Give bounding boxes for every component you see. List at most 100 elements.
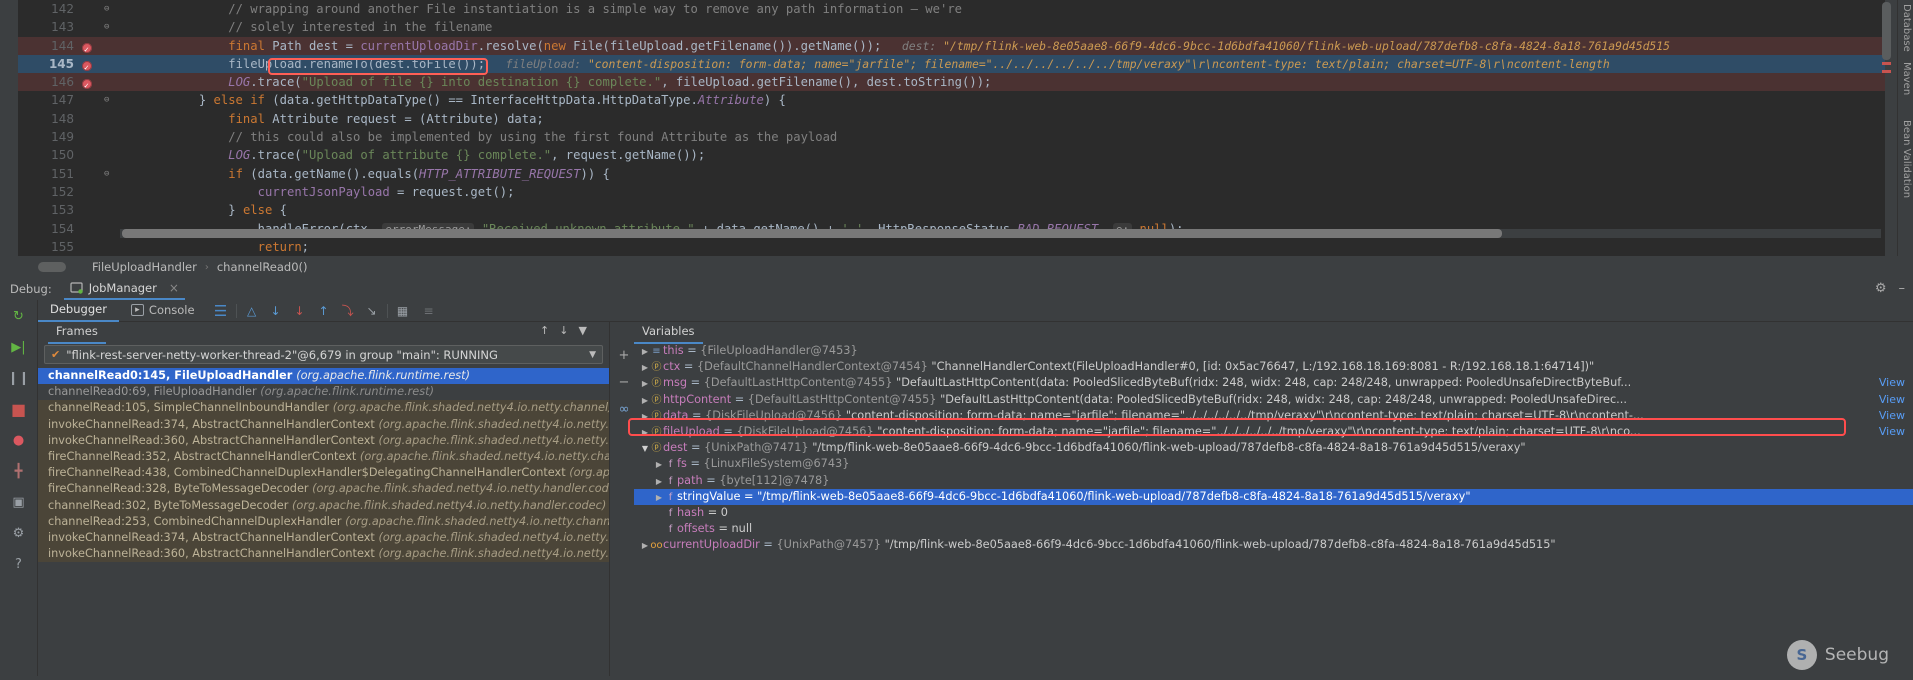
- step-into-icon[interactable]: ↓: [292, 303, 308, 319]
- frame-row[interactable]: channelRead:302, ByteToMessageDecoder (o…: [38, 498, 609, 514]
- close-icon[interactable]: ×: [169, 281, 179, 295]
- variable-row[interactable]: ▶ⓟfileUpload = {DiskFileUpload@7456} "co…: [634, 424, 1913, 440]
- frames-list[interactable]: channelRead0:145, FileUploadHandler (org…: [38, 368, 609, 680]
- breadcrumb-class[interactable]: FileUploadHandler: [92, 260, 197, 274]
- variable-row[interactable]: ▶fstringValue = "/tmp/flink-web-8e05aae8…: [634, 489, 1913, 505]
- layout-settings-icon[interactable]: ☰: [213, 303, 229, 319]
- session-tab-jobmanager[interactable]: JobManager ×: [64, 279, 185, 300]
- thread-selector[interactable]: ✔ "flink-rest-server-netty-worker-thread…: [44, 345, 603, 364]
- tool-button-database[interactable]: Database: [1901, 4, 1912, 52]
- frame-row[interactable]: fireChannelRead:352, AbstractChannelHand…: [38, 449, 609, 465]
- code-line[interactable]: 148final Attribute request = (Attribute)…: [18, 110, 1885, 128]
- frame-row[interactable]: channelRead0:145, FileUploadHandler (org…: [38, 368, 609, 384]
- frame-row[interactable]: invokeChannelRead:360, AbstractChannelHa…: [38, 546, 609, 562]
- frame-row[interactable]: channelRead:105, SimpleChannelInboundHan…: [38, 400, 609, 416]
- view-link[interactable]: View: [1879, 424, 1905, 440]
- variable-row[interactable]: ▶ⓟmsg = {DefaultLastHttpContent@7455} "D…: [634, 375, 1913, 391]
- minimize-icon[interactable]: –: [1899, 281, 1906, 296]
- code-editor[interactable]: 142⊖// wrapping around another File inst…: [0, 0, 1913, 256]
- breakpoint-icon[interactable]: ✓: [82, 58, 93, 69]
- mute-breakpoints-icon[interactable]: ╋: [9, 461, 29, 481]
- variable-row[interactable]: foffsets = null: [634, 521, 1913, 537]
- debug-run-toolbar[interactable]: ↻ ▶| ❙❙ ■ ● ╋ ▣ ⚙ ?: [0, 300, 38, 680]
- down-arrow-icon[interactable]: ↓: [559, 324, 568, 337]
- fold-marker-icon[interactable]: ⊖: [104, 96, 113, 105]
- frame-row[interactable]: invokeChannelRead:374, AbstractChannelHa…: [38, 530, 609, 546]
- frame-row[interactable]: fireChannelRead:328, ByteToMessageDecode…: [38, 481, 609, 497]
- tab-frames[interactable]: Frames: [48, 322, 106, 344]
- step-out-icon[interactable]: ⤵: [340, 303, 356, 319]
- debugger-tabs-bar[interactable]: Debugger ▸ Console ☰ △ ↓ ↓ ↑ ⤵ ↘ ▦ ≡: [38, 300, 1913, 322]
- variable-row[interactable]: ▶ⓟctx = {DefaultChannelHandlerContext@74…: [634, 359, 1913, 375]
- step-over-icon[interactable]: ↓: [268, 303, 284, 319]
- chevron-right-icon[interactable]: ▶: [640, 538, 650, 553]
- tab-console[interactable]: ▸ Console: [119, 301, 207, 321]
- tab-variables[interactable]: Variables: [634, 322, 703, 344]
- variable-row[interactable]: ▶ffs = {LinuxFileSystem@6743}: [634, 456, 1913, 472]
- code-line[interactable]: 153} else {: [18, 201, 1885, 219]
- chevron-right-icon[interactable]: ▶: [640, 409, 650, 424]
- tab-debugger[interactable]: Debugger: [38, 300, 119, 322]
- evaluate-expression-icon[interactable]: ▦: [395, 303, 411, 319]
- show-execution-point-icon[interactable]: △: [244, 303, 260, 319]
- variable-row[interactable]: ▶fpath = {byte[112]@7478}: [634, 473, 1913, 489]
- fold-marker-icon[interactable]: ⊖: [104, 23, 113, 32]
- editor-hscrollbar-thumb[interactable]: [122, 229, 1502, 238]
- code-line[interactable]: 155return;: [18, 238, 1885, 256]
- frame-row[interactable]: channelRead0:69, FileUploadHandler (org.…: [38, 384, 609, 400]
- remove-watch-icon[interactable]: −: [619, 375, 630, 390]
- chevron-right-icon[interactable]: ▶: [640, 360, 650, 375]
- resume-icon[interactable]: ▶|: [9, 337, 29, 357]
- breakpoint-icon[interactable]: ✓: [82, 76, 93, 87]
- view-link[interactable]: View: [1879, 408, 1905, 424]
- editor-vscrollbar-thumb[interactable]: [1882, 2, 1891, 60]
- settings-icon[interactable]: ⚙: [9, 523, 29, 543]
- chevron-right-icon[interactable]: ▶: [640, 425, 650, 440]
- variable-row[interactable]: ▶ⓟhttpContent = {DefaultLastHttpContent@…: [634, 392, 1913, 408]
- editor-error-marker[interactable]: [1882, 70, 1891, 73]
- variable-row[interactable]: ▶oocurrentUploadDir = {UnixPath@7457} "/…: [634, 537, 1913, 553]
- chevron-right-icon[interactable]: ▶: [654, 474, 664, 489]
- chevron-right-icon[interactable]: ▶: [640, 344, 650, 359]
- stop-icon[interactable]: ■: [9, 399, 29, 419]
- settings-list-icon[interactable]: ≡: [421, 303, 437, 319]
- force-step-into-icon[interactable]: ↑: [316, 303, 332, 319]
- chevron-right-icon[interactable]: ▶: [640, 393, 650, 408]
- right-tool-strip[interactable]: Database Maven Bean Validation: [1897, 0, 1913, 256]
- rerun-icon[interactable]: ↻: [9, 306, 29, 326]
- code-line[interactable]: 152currentJsonPayload = request.get();: [18, 183, 1885, 201]
- view-link[interactable]: View: [1879, 392, 1905, 408]
- camera-icon[interactable]: ▣: [9, 492, 29, 512]
- fold-marker-icon[interactable]: ⊖: [104, 170, 113, 179]
- code-line[interactable]: 144✓final Path dest = currentUploadDir.r…: [18, 37, 1885, 55]
- frame-row[interactable]: channelRead:253, CombinedChannelDuplexHa…: [38, 514, 609, 530]
- code-line[interactable]: 150LOG.trace("Upload of attribute {} com…: [18, 146, 1885, 164]
- code-line[interactable]: 147⊖} else if (data.getHttpDataType() ==…: [18, 91, 1885, 109]
- frame-row[interactable]: invokeChannelRead:374, AbstractChannelHa…: [38, 417, 609, 433]
- view-breakpoints-icon[interactable]: ●: [9, 430, 29, 450]
- code-lines-container[interactable]: 142⊖// wrapping around another File inst…: [18, 0, 1885, 256]
- help-icon[interactable]: ?: [9, 554, 29, 574]
- add-watch-icon[interactable]: +: [619, 348, 630, 363]
- filter-icon[interactable]: ▼: [578, 324, 586, 337]
- breakpoint-link-icon[interactable]: ∞: [619, 402, 630, 417]
- breadcrumb-method[interactable]: channelRead0(): [217, 260, 308, 274]
- code-line[interactable]: 151⊖if (data.getName().equals(HTTP_ATTRI…: [18, 165, 1885, 183]
- variable-row[interactable]: fhash = 0: [634, 505, 1913, 521]
- chevron-down-icon[interactable]: ▼: [640, 441, 650, 456]
- breakpoint-icon[interactable]: ✓: [82, 40, 93, 51]
- chevron-right-icon[interactable]: ▶: [654, 490, 664, 505]
- code-line[interactable]: 142⊖// wrapping around another File inst…: [18, 0, 1885, 18]
- tool-button-maven[interactable]: Maven: [1901, 62, 1912, 95]
- up-arrow-icon[interactable]: ↑: [540, 324, 549, 337]
- frame-row[interactable]: fireChannelRead:438, CombinedChannelDupl…: [38, 465, 609, 481]
- code-line[interactable]: 149// this could also be implemented by …: [18, 128, 1885, 146]
- fold-marker-icon[interactable]: ⊖: [104, 5, 113, 14]
- chevron-right-icon[interactable]: ▶: [640, 376, 650, 391]
- chevron-right-icon[interactable]: ▶: [654, 457, 664, 472]
- code-line[interactable]: 146✓LOG.trace("Upload of file {} into de…: [18, 73, 1885, 91]
- frame-row[interactable]: invokeChannelRead:360, AbstractChannelHa…: [38, 433, 609, 449]
- variable-row[interactable]: ▼ⓟdest = {UnixPath@7471} "/tmp/flink-web…: [634, 440, 1913, 456]
- run-to-cursor-icon[interactable]: ↘: [364, 303, 380, 319]
- tool-button-bean-validation[interactable]: Bean Validation: [1901, 120, 1912, 198]
